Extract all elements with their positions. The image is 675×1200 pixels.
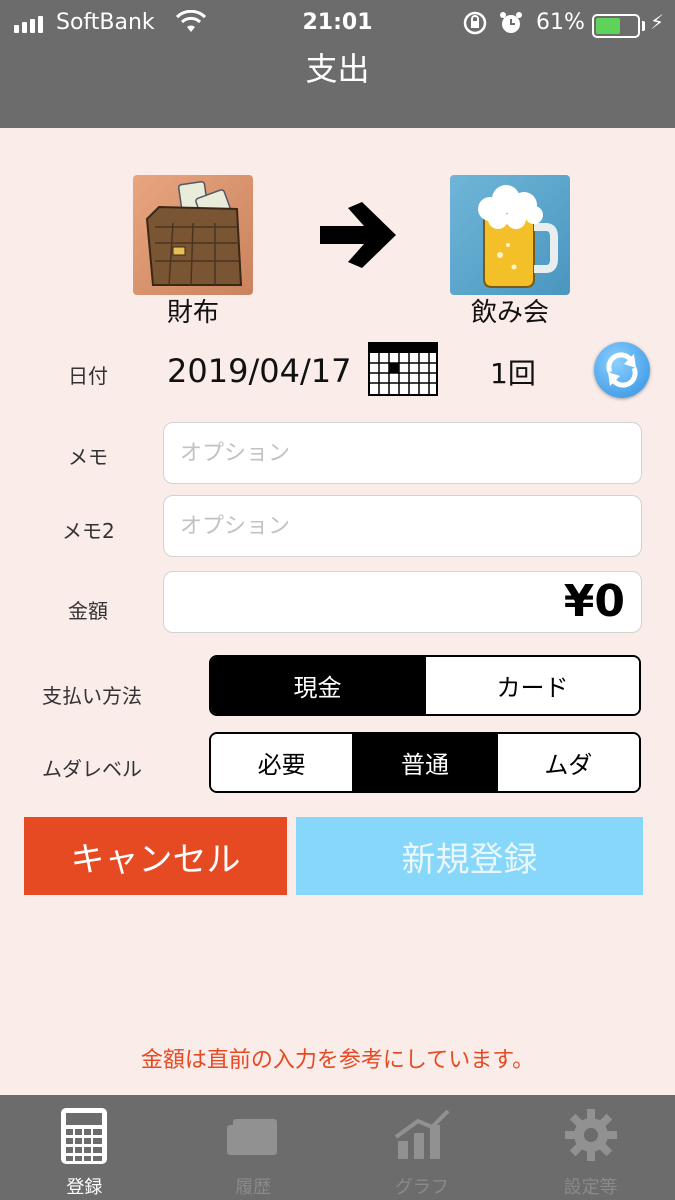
status-bar: SoftBank 21:01 61% ⚡ (0, 6, 675, 40)
alarm-icon (498, 10, 524, 42)
battery-tip (642, 21, 645, 31)
register-button[interactable]: 新規登録 (296, 817, 643, 895)
refresh-icon[interactable] (594, 342, 650, 398)
date-label: 日付 (68, 364, 108, 388)
calculator-icon (61, 1108, 108, 1164)
history-icon (227, 1119, 278, 1155)
graph-icon (394, 1109, 450, 1159)
tab-history-label: 履歴 (235, 1177, 272, 1198)
tab-history[interactable]: 履歴 (169, 1095, 338, 1200)
cancel-button[interactable]: キャンセル (24, 817, 287, 895)
date-value[interactable]: 2019/04/17 (167, 352, 351, 390)
payment-method-label: 支払い方法 (42, 684, 142, 708)
amount-label: 金額 (68, 599, 108, 623)
tab-register-label: 登録 (66, 1177, 103, 1198)
to-account-label: 飲み会 (470, 298, 549, 328)
payment-method-segmented: 現金 カード (209, 655, 641, 716)
calendar-icon[interactable] (368, 342, 438, 396)
waste-option-waste[interactable]: ムダ (495, 734, 639, 791)
tab-bar: 登録 履歴 グラフ 設定等 (0, 1095, 675, 1200)
beer-icon[interactable] (450, 175, 570, 295)
from-account-label: 財布 (166, 298, 219, 328)
payment-option-cash[interactable]: 現金 (211, 657, 424, 714)
battery-level (596, 18, 620, 34)
waste-option-necessary[interactable]: 必要 (211, 734, 353, 791)
tab-settings[interactable]: 設定等 (506, 1095, 675, 1200)
amount-field[interactable]: ¥0 (163, 571, 642, 633)
wallet-icon[interactable] (133, 175, 253, 295)
payment-option-card[interactable]: カード (424, 657, 639, 714)
gear-icon (564, 1109, 617, 1161)
waste-level-label: ムダレベル (42, 757, 142, 781)
memo2-label: メモ2 (62, 519, 115, 543)
memo2-field[interactable] (163, 495, 642, 557)
arrow-right-icon (320, 202, 396, 268)
count-value[interactable]: 1回 (490, 352, 536, 392)
top-bar: SoftBank 21:01 61% ⚡ 支出 (0, 0, 675, 128)
page-title: 支出 (305, 50, 370, 88)
tab-settings-label: 設定等 (563, 1177, 618, 1198)
memo-field[interactable] (163, 422, 642, 484)
tab-graph-label: グラフ (394, 1177, 449, 1198)
waste-option-normal[interactable]: 普通 (352, 734, 496, 791)
battery-icon (592, 14, 640, 38)
memo-label: メモ (68, 445, 108, 469)
notice-text: 金額は直前の入力を参考にしています。 (140, 1048, 535, 1073)
battery-percent: 61% (536, 10, 585, 35)
tab-register[interactable]: 登録 (0, 1095, 169, 1200)
tab-graph[interactable]: グラフ (338, 1095, 507, 1200)
charging-icon: ⚡ (650, 10, 665, 34)
waste-level-segmented: 必要 普通 ムダ (209, 732, 641, 793)
rotation-lock-icon (462, 10, 488, 42)
